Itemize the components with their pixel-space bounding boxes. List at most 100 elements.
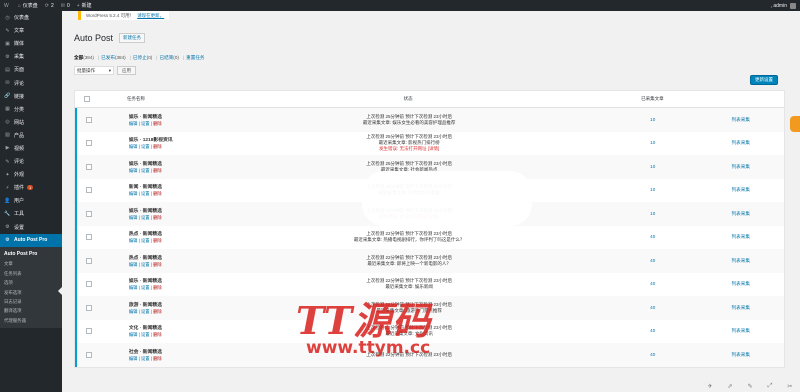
- menu-item[interactable]: ▤ 页面: [0, 63, 62, 76]
- submenu-item[interactable]: 文章: [0, 260, 62, 269]
- row-action-link[interactable]: 设置: [141, 191, 150, 196]
- row-action-link[interactable]: 删除: [153, 356, 162, 361]
- row-action-link[interactable]: 设置: [141, 215, 150, 220]
- row-checkbox[interactable]: [85, 257, 92, 264]
- submenu-item[interactable]: 发布选项: [0, 288, 62, 297]
- task-status-link[interactable]: 列表采集: [732, 305, 750, 310]
- share-icon[interactable]: ⇗: [728, 383, 733, 390]
- task-status-link[interactable]: 列表采集: [732, 258, 750, 263]
- task-status-link[interactable]: 列表采集: [732, 234, 750, 239]
- task-name[interactable]: 娱乐 · 新闻精选: [105, 277, 210, 284]
- menu-item[interactable]: ✉ 评论: [0, 76, 62, 89]
- row-action-link[interactable]: 删除: [153, 332, 162, 337]
- submenu-item[interactable]: 任务列表: [0, 269, 62, 278]
- column-count[interactable]: 已采集文章: [608, 96, 698, 102]
- row-action-link[interactable]: 设置: [141, 238, 150, 243]
- bulk-action-select[interactable]: 批量操作 ▾: [74, 66, 114, 75]
- menu-item[interactable]: ▦ 分类: [0, 103, 62, 116]
- task-name[interactable]: 文化 · 新闻精选: [105, 324, 210, 331]
- row-action-link[interactable]: 删除: [153, 144, 162, 149]
- submenu-item[interactable]: 选项: [0, 278, 62, 287]
- row-action-link[interactable]: 设置: [141, 168, 150, 173]
- menu-item[interactable]: ✎ 文章: [0, 24, 62, 37]
- post-count[interactable]: 40: [650, 328, 655, 333]
- column-name[interactable]: 任务名称: [99, 96, 209, 102]
- row-checkbox[interactable]: [85, 187, 92, 194]
- menu-item-auto-post-pro[interactable]: ⚙ Auto Post Pro: [0, 233, 62, 247]
- task-status-link[interactable]: 列表采集: [732, 281, 750, 286]
- row-action-link[interactable]: 设置: [141, 332, 150, 337]
- view-filter-link[interactable]: 已发布: [101, 55, 115, 60]
- account-label[interactable]: , admin: [771, 3, 787, 9]
- task-name[interactable]: 热点 · 新闻精选: [105, 230, 210, 237]
- adminbar-item[interactable]: ✉ 0: [61, 3, 70, 9]
- row-checkbox[interactable]: [85, 328, 92, 335]
- my-account[interactable]: , admin: [771, 2, 796, 9]
- task-status-link[interactable]: 列表采集: [732, 140, 750, 145]
- pin-icon[interactable]: ✈: [708, 383, 713, 390]
- task-status-link[interactable]: 列表采集: [732, 328, 750, 333]
- menu-item[interactable]: ⚙ 采集: [0, 50, 62, 63]
- menu-item[interactable]: 🔧 工具: [0, 207, 62, 220]
- menu-item[interactable]: 🔗 链接: [0, 90, 62, 103]
- task-name[interactable]: 社会 · 新闻精选: [105, 348, 210, 355]
- row-action-link[interactable]: 删除: [153, 238, 162, 243]
- row-checkbox[interactable]: [85, 281, 92, 288]
- add-new-task-button[interactable]: 新建任务: [119, 33, 146, 43]
- task-name[interactable]: 旅游 · 新闻精选: [105, 301, 210, 308]
- post-count[interactable]: 10: [650, 187, 655, 192]
- row-action-link[interactable]: 设置: [141, 262, 150, 267]
- view-filter-link[interactable]: 重置任务: [186, 55, 204, 60]
- task-name[interactable]: 热点 · 新闻精选: [105, 254, 210, 261]
- menu-item[interactable]: ⚙ 设置: [0, 221, 62, 234]
- menu-item[interactable]: 👤 用户: [0, 194, 62, 207]
- view-filter-link[interactable]: 已结束: [160, 55, 174, 60]
- adminbar-item[interactable]: ⌂ 仪表盘: [18, 2, 38, 10]
- task-name[interactable]: 娱乐 · 新闻精选: [105, 160, 210, 167]
- row-checkbox[interactable]: [85, 210, 92, 217]
- row-action-link[interactable]: 设置: [141, 121, 150, 126]
- row-action-link[interactable]: 删除: [153, 285, 162, 290]
- row-action-link[interactable]: 删除: [153, 215, 162, 220]
- row-checkbox[interactable]: [85, 304, 92, 311]
- menu-item[interactable]: ✎ 评论: [0, 155, 62, 168]
- update-settings-button[interactable]: 更新设置: [750, 75, 778, 85]
- task-status-link[interactable]: 列表采集: [732, 211, 750, 216]
- avatar[interactable]: [790, 2, 796, 9]
- adminbar-item[interactable]: ⟳ 2: [45, 3, 54, 9]
- task-status-link[interactable]: 列表采集: [732, 352, 750, 357]
- submenu-item[interactable]: 翻译选项: [0, 307, 62, 316]
- menu-item[interactable]: ▧ 产品: [0, 129, 62, 142]
- row-action-link[interactable]: 设置: [141, 144, 150, 149]
- apply-button[interactable]: 应用: [117, 66, 136, 75]
- post-count[interactable]: 40: [650, 305, 655, 310]
- side-feedback-tab[interactable]: [790, 116, 800, 132]
- task-name[interactable]: 新闻 · 新闻精选: [105, 183, 210, 190]
- row-checkbox[interactable]: [85, 140, 92, 147]
- adminbar-item[interactable]: W: [4, 3, 11, 9]
- menu-item[interactable]: ▣ 媒体: [0, 37, 62, 50]
- post-count[interactable]: 10: [650, 117, 655, 122]
- task-name[interactable]: 娱乐 · 新闻精选: [105, 207, 210, 214]
- submenu-item[interactable]: 代理服务器: [0, 316, 62, 325]
- row-action-link[interactable]: 设置: [141, 285, 150, 290]
- task-name[interactable]: 娱乐 · 1218影视资讯: [105, 136, 210, 143]
- menu-item[interactable]: ⚡ 插件 1: [0, 181, 62, 194]
- menu-item[interactable]: ▶ 视频: [0, 142, 62, 155]
- menu-item[interactable]: ✦ 外观: [0, 168, 62, 181]
- task-name[interactable]: 娱乐 · 新闻精选: [105, 113, 210, 120]
- row-action-link[interactable]: 删除: [153, 262, 162, 267]
- row-checkbox[interactable]: [85, 234, 92, 241]
- post-count[interactable]: 10: [650, 164, 655, 169]
- task-status-link[interactable]: 列表采集: [732, 164, 750, 169]
- row-action-link[interactable]: 删除: [153, 168, 162, 173]
- post-count[interactable]: 40: [650, 258, 655, 263]
- row-checkbox[interactable]: [85, 116, 92, 123]
- post-count[interactable]: 10: [650, 211, 655, 216]
- post-count[interactable]: 40: [650, 352, 655, 357]
- row-action-link[interactable]: 设置: [141, 356, 150, 361]
- adminbar-item[interactable]: + 新建: [77, 2, 92, 10]
- row-action-link[interactable]: 删除: [153, 309, 162, 314]
- row-action-link[interactable]: 设置: [141, 309, 150, 314]
- expand-icon[interactable]: ⤢: [768, 383, 773, 390]
